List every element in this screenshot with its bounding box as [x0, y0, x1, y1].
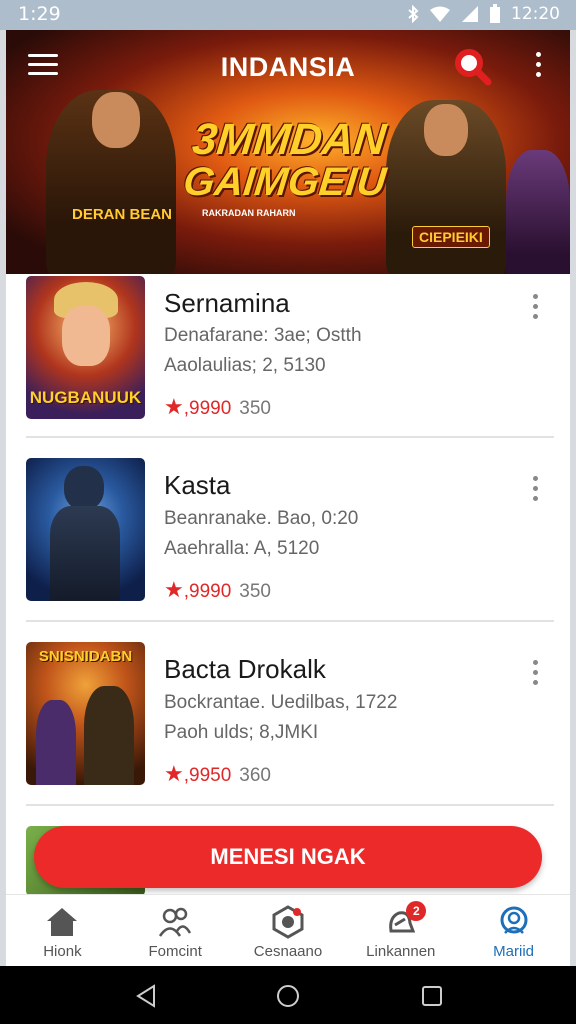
- back-icon[interactable]: [134, 984, 158, 1008]
- banner-subtitle: RAKRADAN RAHARN: [202, 208, 296, 218]
- status-bar: 1:29 12:20: [0, 0, 576, 30]
- primary-action-button[interactable]: MENESI NGAK: [34, 826, 542, 888]
- thumbnail-caption: NUGBANUUK: [29, 388, 142, 407]
- home-button-icon[interactable]: [276, 984, 300, 1008]
- nav-label: Hionk: [43, 943, 82, 960]
- profile-icon: [500, 906, 528, 934]
- game-meta-line1: Denafarane: 3ae; Ostth: [164, 325, 362, 346]
- game-meta-line1: Beanranake. Bao, 0:20: [164, 508, 359, 529]
- nav-item-profile[interactable]: Mariid: [457, 895, 570, 966]
- more-options-button[interactable]: [532, 52, 544, 82]
- item-more-button[interactable]: [530, 476, 540, 506]
- recents-icon[interactable]: [420, 984, 444, 1008]
- character-right: [84, 686, 134, 785]
- more-vert-icon: [532, 294, 538, 299]
- game-meta-line2: Aaehralla: A, 5120: [164, 538, 320, 559]
- thumbnail-caption: SNISNIDABN: [38, 648, 133, 665]
- battery-icon: [489, 4, 501, 24]
- game-list-item[interactable]: SNISNIDABN Bacta Drokalk Bockrantae. Ued…: [6, 642, 570, 826]
- nav-item-games[interactable]: Cesnaano: [232, 895, 345, 966]
- hero-character-right-face: [424, 104, 468, 156]
- item-more-button[interactable]: [530, 660, 540, 690]
- bottom-navigation: Hionk Fomcint Cesnaano 2 Linkannen Marii…: [6, 894, 570, 966]
- game-rating: ★,9990 350: [164, 577, 271, 603]
- more-vert-icon: [532, 660, 538, 665]
- home-icon: [47, 908, 78, 936]
- nav-item-home[interactable]: Hionk: [6, 895, 119, 966]
- status-icons: 12:20: [407, 4, 560, 24]
- star-icon: ★: [164, 761, 184, 786]
- rating-score: ,9990: [183, 398, 232, 419]
- game-meta-line1: Bockrantae. Uedilbas, 1722: [164, 692, 398, 713]
- game-title: Sernamina: [164, 288, 290, 318]
- status-time-right: 12:20: [511, 4, 560, 24]
- nav-item-notifications[interactable]: 2 Linkannen: [344, 895, 457, 966]
- banner-headline-line2: GAIMGEIU: [181, 160, 389, 204]
- character-body: [50, 506, 120, 601]
- banner-left-label: DERAN BEAN: [72, 206, 173, 223]
- banner-headline: 3MMDAN GAIMGEIU: [178, 115, 397, 204]
- nav-label: Linkannen: [366, 943, 436, 960]
- divider: [26, 620, 554, 622]
- game-rating: ★,9990 350: [164, 394, 271, 420]
- game-meta-line2: Aaolaulias; 2, 5130: [164, 355, 326, 376]
- game-thumbnail: SNISNIDABN: [26, 642, 145, 785]
- hero-character-far-right: [506, 150, 570, 274]
- games-icon: [272, 905, 304, 939]
- rating-count: 350: [239, 398, 271, 419]
- rating-count: 350: [239, 581, 271, 602]
- star-icon: ★: [164, 577, 184, 602]
- signal-icon: [461, 5, 479, 23]
- search-icon: [455, 49, 492, 86]
- game-rating: ★,9950 360: [164, 761, 271, 787]
- wifi-icon: [429, 6, 451, 22]
- game-list-item[interactable]: Kasta Beanranake. Bao, 0:20 Aaehralla: A…: [6, 458, 570, 642]
- divider: [26, 436, 554, 438]
- character-helmet: [64, 466, 104, 510]
- divider: [26, 804, 554, 806]
- community-icon: [159, 907, 192, 937]
- item-more-button[interactable]: [530, 294, 540, 324]
- nav-label: Mariid: [493, 943, 534, 960]
- character-face: [62, 306, 110, 366]
- hero-character-left-face: [92, 92, 140, 148]
- app-window: INDANSIA 3MMDAN GAIMGEIU RAKRADAN RAHARN…: [6, 30, 570, 966]
- banner-right-label: CIEPIEIKI: [412, 226, 490, 248]
- bluetooth-icon: [407, 5, 419, 23]
- game-thumbnail: [26, 458, 145, 601]
- hero-banner[interactable]: INDANSIA 3MMDAN GAIMGEIU RAKRADAN RAHARN…: [6, 30, 570, 274]
- banner-headline-line1: 3MMDAN: [190, 115, 389, 164]
- star-icon: ★: [164, 394, 184, 419]
- nav-label: Cesnaano: [253, 943, 323, 960]
- game-meta-line2: Paoh ulds; 8,JMKI: [164, 722, 319, 743]
- game-list-item[interactable]: NUGBANUUK Sernamina Denafarane: 3ae; Ost…: [6, 274, 570, 458]
- rating-count: 360: [239, 765, 271, 786]
- rating-score: ,9990: [183, 581, 232, 602]
- more-vert-icon: [535, 52, 541, 57]
- game-thumbnail: NUGBANUUK: [26, 276, 145, 419]
- system-navigation-bar: [0, 966, 576, 1024]
- game-title: Bacta Drokalk: [164, 654, 326, 684]
- game-title: Kasta: [164, 470, 231, 500]
- rating-score: ,9950: [183, 765, 232, 786]
- character-left: [36, 700, 76, 785]
- search-button[interactable]: [452, 46, 492, 86]
- notification-badge: 2: [406, 901, 427, 921]
- more-vert-icon: [532, 476, 538, 481]
- nav-item-community[interactable]: Fomcint: [119, 895, 232, 966]
- status-time: 1:29: [18, 3, 61, 25]
- nav-label: Fomcint: [148, 943, 202, 960]
